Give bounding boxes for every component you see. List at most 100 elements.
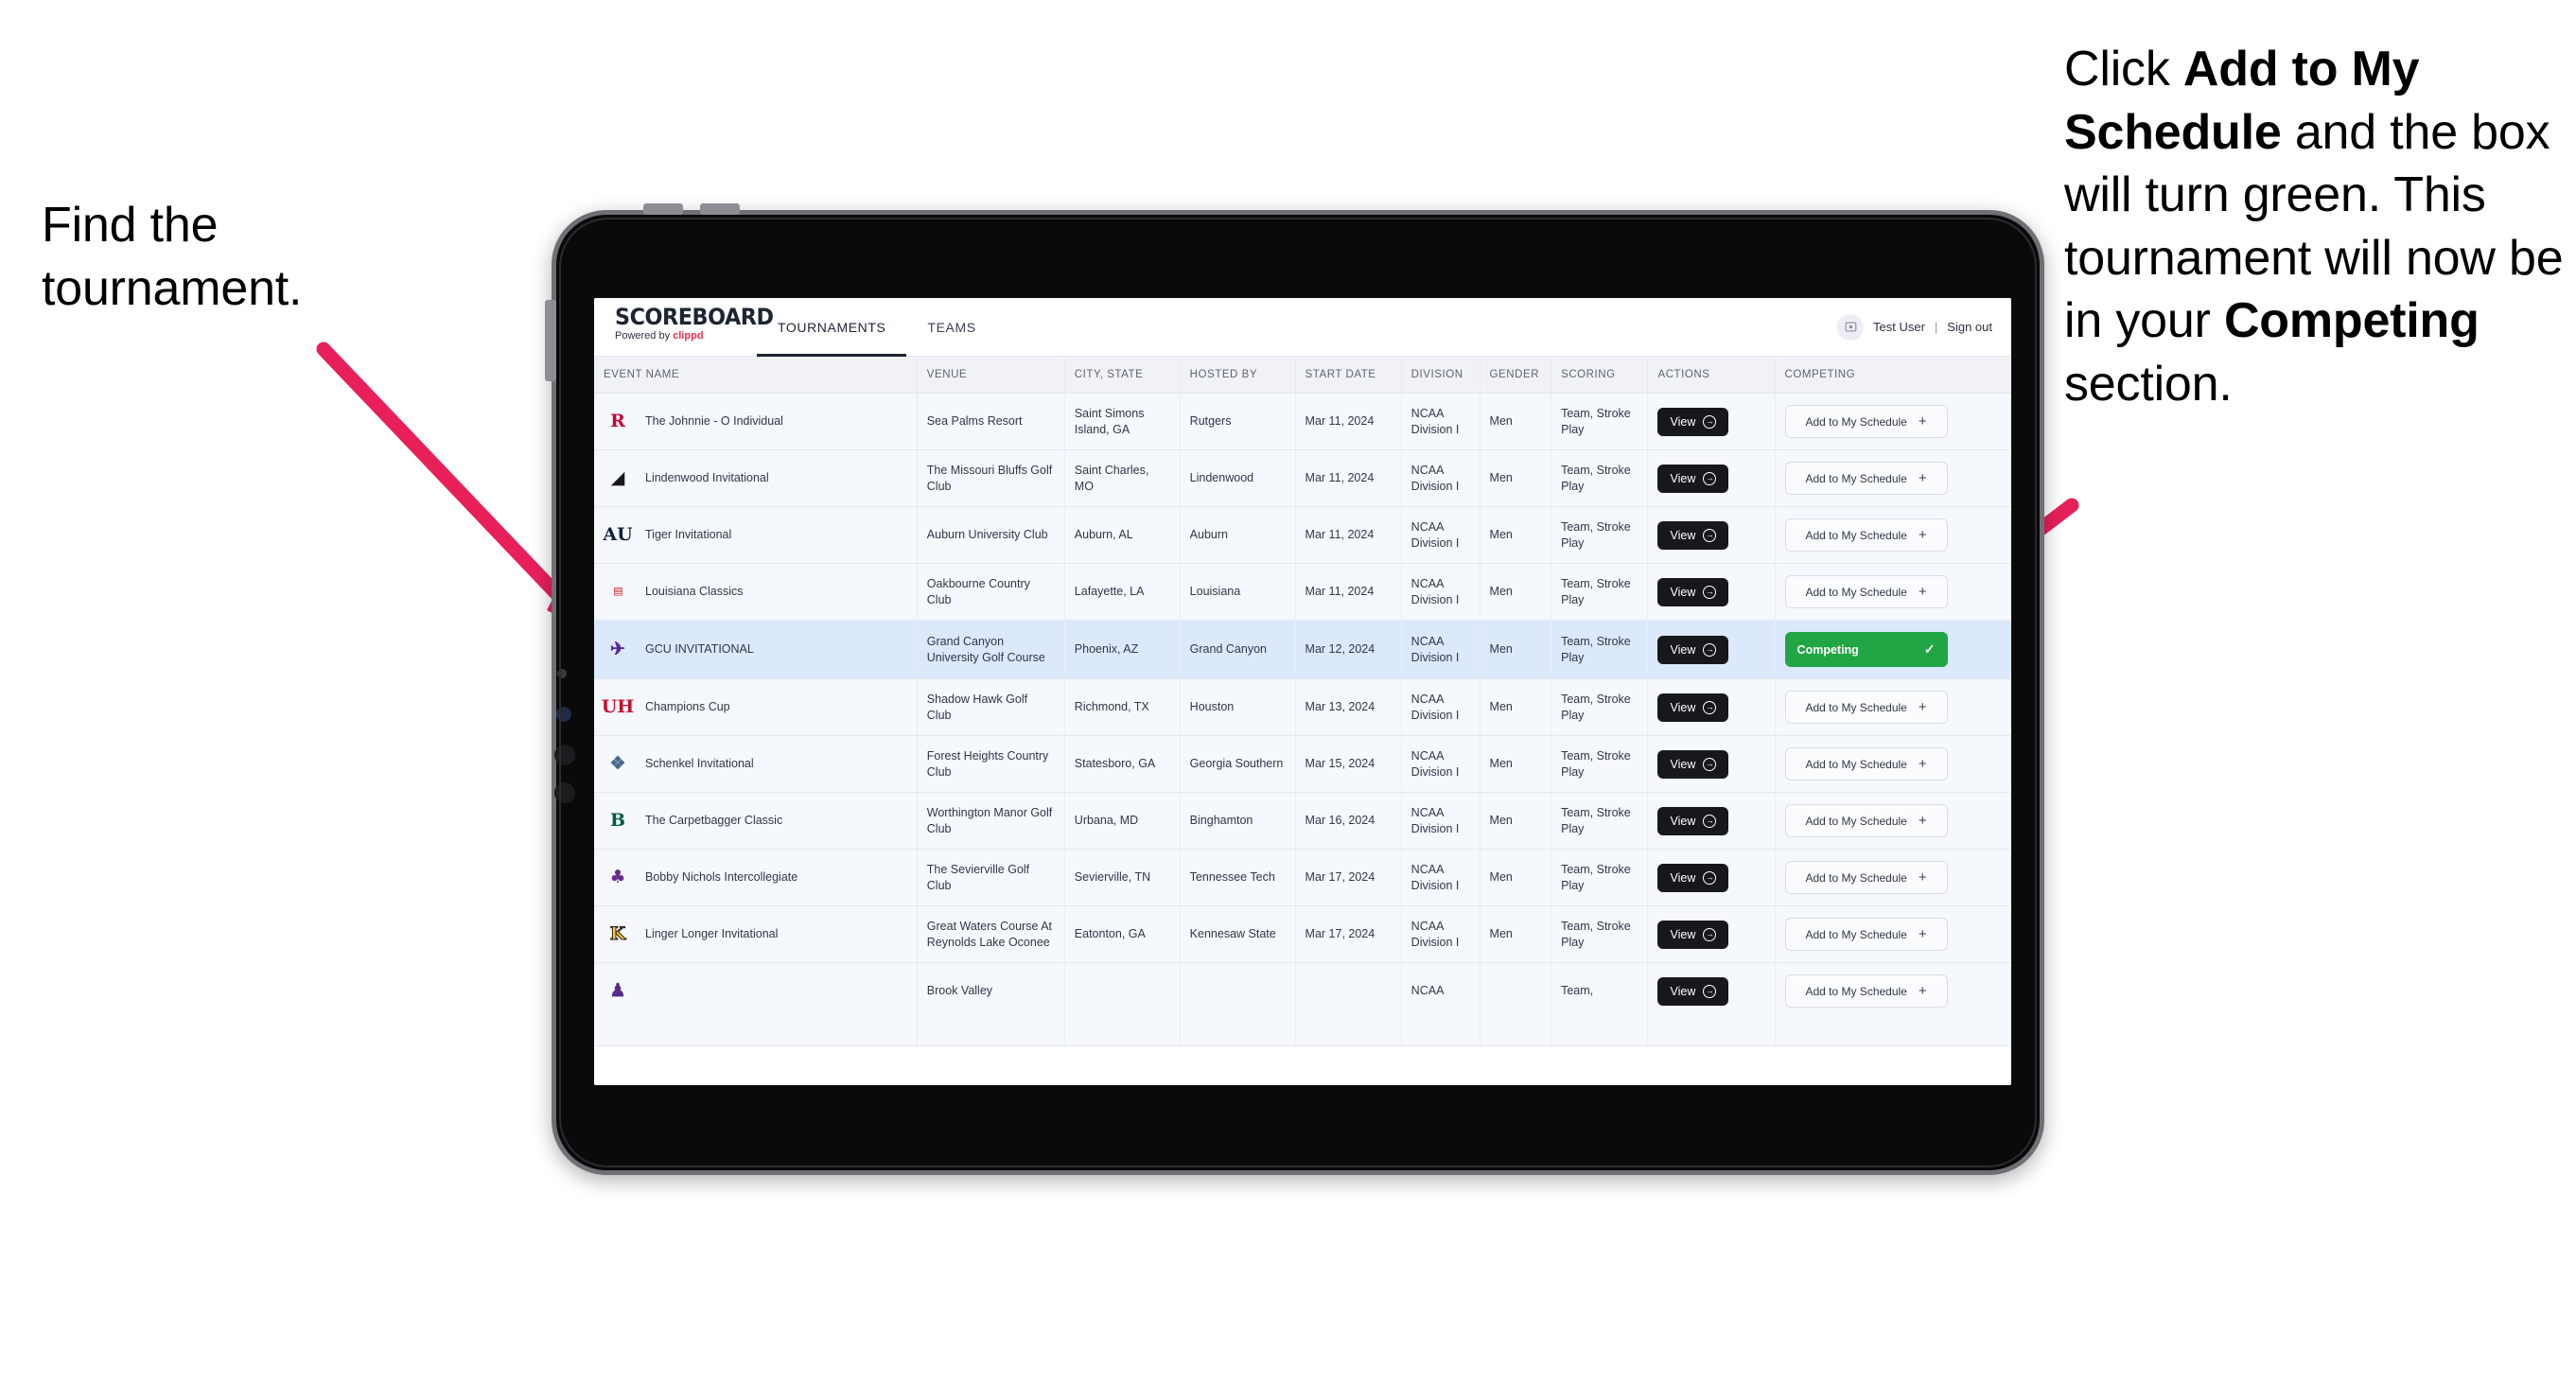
add-to-my-schedule-button[interactable]: Add to My Schedule + bbox=[1784, 861, 1948, 894]
add-to-my-schedule-button[interactable]: Add to My Schedule + bbox=[1784, 462, 1948, 495]
add-to-my-schedule-button[interactable]: Add to My Schedule + bbox=[1784, 518, 1948, 552]
team-logo-icon: ♣ bbox=[609, 866, 626, 887]
view-button[interactable]: View → bbox=[1657, 693, 1729, 722]
cell-gender: Men bbox=[1480, 393, 1552, 450]
table-row[interactable]: K Linger Longer Invitational Great Water… bbox=[594, 905, 2011, 963]
cell-competing: Add to My Schedule + bbox=[1775, 792, 2011, 850]
view-label: View bbox=[1670, 814, 1696, 828]
team-logo-icon: UH bbox=[601, 695, 635, 717]
add-to-my-schedule-label: Add to My Schedule bbox=[1805, 870, 1907, 885]
view-button[interactable]: View → bbox=[1657, 407, 1729, 436]
cell-division: NCAA Division I bbox=[1401, 449, 1481, 507]
col-gender[interactable]: GENDER bbox=[1480, 357, 1552, 394]
cell-gender: Men bbox=[1480, 792, 1552, 850]
account-separator: | bbox=[1934, 320, 1938, 334]
cell-competing: Add to My Schedule + bbox=[1775, 735, 2011, 793]
add-to-my-schedule-button[interactable]: Add to My Schedule + bbox=[1784, 747, 1948, 781]
cell-venue: Grand Canyon University Golf Course bbox=[917, 620, 1065, 679]
brand-wordmark: SCOREBOARD bbox=[615, 304, 774, 330]
cell-hosted-by: Kennesaw State bbox=[1180, 905, 1296, 963]
view-button[interactable]: View → bbox=[1657, 806, 1729, 835]
brand-logo[interactable]: SCOREBOARD Powered by clippd bbox=[594, 298, 774, 356]
volume-up-button[interactable] bbox=[643, 203, 683, 215]
cell-actions: View → bbox=[1647, 393, 1776, 450]
view-button[interactable]: View → bbox=[1657, 863, 1729, 892]
add-to-my-schedule-label: Add to My Schedule bbox=[1805, 471, 1907, 485]
cell-gender: Men bbox=[1480, 506, 1552, 564]
plus-icon: + bbox=[1918, 413, 1927, 430]
col-competing[interactable]: COMPETING bbox=[1775, 357, 2011, 394]
cell-event-name: ♟ bbox=[594, 962, 918, 1046]
col-start-date[interactable]: START DATE bbox=[1295, 357, 1402, 394]
view-button[interactable]: View → bbox=[1657, 976, 1729, 1006]
add-to-my-schedule-button[interactable]: Add to My Schedule + bbox=[1784, 804, 1948, 837]
col-event-name[interactable]: EVENT NAME bbox=[594, 357, 918, 394]
view-label: View bbox=[1670, 757, 1696, 771]
table-row[interactable]: ◢ Lindenwood Invitational The Missouri B… bbox=[594, 449, 2011, 507]
table-row[interactable]: R The Johnnie - O Individual Sea Palms R… bbox=[594, 393, 2011, 450]
table-row[interactable]: AU Tiger Invitational Auburn University … bbox=[594, 506, 2011, 564]
cell-gender: Men bbox=[1480, 449, 1552, 507]
tab-tournaments[interactable]: TOURNAMENTS bbox=[757, 298, 907, 357]
annotation-right-bold-competing: Competing bbox=[2223, 293, 2480, 349]
table-row[interactable]: UH Champions Cup Shadow Hawk Golf Club R… bbox=[594, 678, 2011, 736]
cell-division: NCAA bbox=[1401, 962, 1481, 1046]
add-to-my-schedule-button[interactable]: Add to My Schedule + bbox=[1784, 405, 1948, 438]
col-hosted-by[interactable]: HOSTED BY bbox=[1180, 357, 1296, 394]
add-to-my-schedule-button[interactable]: Add to My Schedule + bbox=[1784, 575, 1948, 608]
username-label[interactable]: Test User bbox=[1873, 320, 1925, 334]
col-city-state[interactable]: CITY, STATE bbox=[1064, 357, 1181, 394]
cell-scoring: Team, Stroke Play bbox=[1551, 849, 1649, 906]
cell-hosted-by bbox=[1180, 962, 1296, 1046]
tab-teams[interactable]: TEAMS bbox=[906, 298, 996, 357]
cell-start-date: Mar 11, 2024 bbox=[1295, 563, 1402, 621]
arrow-right-circle-icon: → bbox=[1703, 814, 1717, 828]
power-button[interactable] bbox=[545, 300, 556, 381]
cell-start-date: Mar 15, 2024 bbox=[1295, 735, 1402, 793]
cell-scoring: Team, Stroke Play bbox=[1551, 735, 1649, 793]
cell-competing: Add to My Schedule + bbox=[1775, 449, 2011, 507]
table-body: R The Johnnie - O Individual Sea Palms R… bbox=[594, 393, 2011, 1046]
add-to-my-schedule-button[interactable]: Add to My Schedule + bbox=[1784, 691, 1948, 724]
view-button[interactable]: View → bbox=[1657, 635, 1729, 664]
table-row[interactable]: ♟ Brook Valley NCAA Team, View → Add to … bbox=[594, 962, 2011, 1046]
view-button[interactable]: View → bbox=[1657, 464, 1729, 493]
cell-scoring: Team, Stroke Play bbox=[1551, 563, 1649, 621]
col-actions[interactable]: ACTIONS bbox=[1647, 357, 1776, 394]
team-logo-icon: K bbox=[609, 922, 626, 944]
annotation-left: Find the tournament. bbox=[42, 194, 439, 320]
table-row[interactable]: ✈ GCU INVITATIONAL Grand Canyon Universi… bbox=[594, 620, 2011, 679]
col-division[interactable]: DIVISION bbox=[1401, 357, 1481, 394]
table-row[interactable]: ♣ Bobby Nichols Intercollegiate The Sevi… bbox=[594, 849, 2011, 906]
view-label: View bbox=[1670, 700, 1696, 714]
view-label: View bbox=[1670, 585, 1696, 599]
bezel-dot-a bbox=[554, 745, 575, 765]
event-name-label: Louisiana Classics bbox=[645, 585, 744, 598]
cell-hosted-by: Georgia Southern bbox=[1180, 735, 1296, 793]
cell-actions: View → bbox=[1647, 620, 1776, 679]
volume-down-button[interactable] bbox=[700, 203, 740, 215]
cell-gender: Men bbox=[1480, 849, 1552, 906]
cell-start-date bbox=[1295, 962, 1402, 1046]
cell-gender: Men bbox=[1480, 905, 1552, 963]
cell-gender bbox=[1480, 962, 1552, 1046]
table-row[interactable]: ▤ Louisiana Classics Oakbourne Country C… bbox=[594, 563, 2011, 621]
plus-icon: + bbox=[1918, 983, 1927, 999]
col-scoring[interactable]: SCORING bbox=[1551, 357, 1649, 394]
competing-button[interactable]: Competing ✓ bbox=[1784, 632, 1948, 667]
table-row[interactable]: ❖ Schenkel Invitational Forest Heights C… bbox=[594, 735, 2011, 793]
table-row[interactable]: B The Carpetbagger Classic Worthington M… bbox=[594, 792, 2011, 850]
cell-venue: Sea Palms Resort bbox=[917, 393, 1065, 450]
add-to-my-schedule-button[interactable]: Add to My Schedule + bbox=[1784, 918, 1948, 951]
view-button[interactable]: View → bbox=[1657, 520, 1729, 550]
plus-icon: + bbox=[1918, 584, 1927, 600]
view-button[interactable]: View → bbox=[1657, 577, 1729, 606]
add-to-my-schedule-button[interactable]: Add to My Schedule + bbox=[1784, 974, 1948, 1008]
view-button[interactable]: View → bbox=[1657, 749, 1729, 779]
cell-actions: View → bbox=[1647, 449, 1776, 507]
tournaments-table-scroll[interactable]: EVENT NAME VENUE CITY, STATE HOSTED BY S… bbox=[594, 357, 2011, 1085]
col-venue[interactable]: VENUE bbox=[917, 357, 1065, 394]
user-avatar-icon[interactable] bbox=[1837, 313, 1864, 341]
sign-out-link[interactable]: Sign out bbox=[1947, 320, 1992, 334]
view-button[interactable]: View → bbox=[1657, 920, 1729, 949]
